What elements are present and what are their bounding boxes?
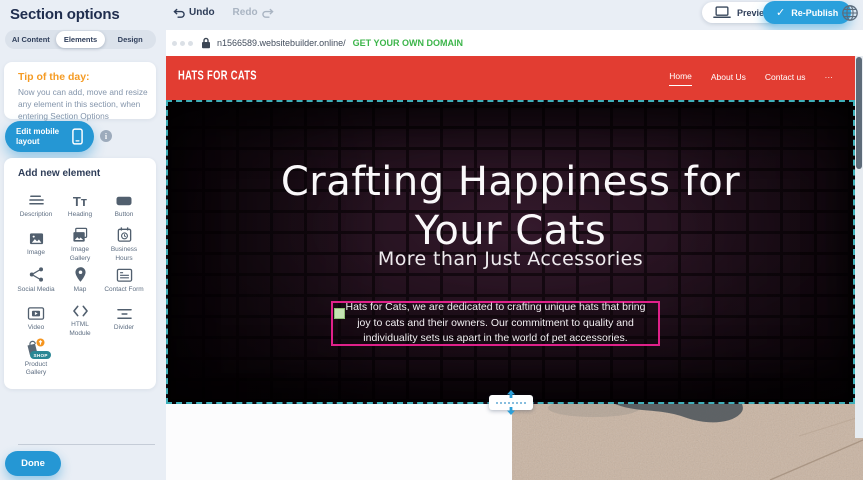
- element-grid: Description Tт Heading Button Image Imag…: [14, 188, 146, 376]
- website-builder-app: Section options Undo Redo Preview ✓ Re-P…: [0, 0, 863, 480]
- site-logo[interactable]: HATS FOR CATS: [178, 69, 257, 83]
- code-icon: [72, 304, 89, 318]
- share-icon: [28, 266, 45, 283]
- image-icon: [28, 231, 45, 246]
- hero-subheading[interactable]: More than Just Accessories: [168, 248, 853, 270]
- get-domain-link[interactable]: GET YOUR OWN DOMAIN: [353, 38, 463, 48]
- nav-home[interactable]: Home: [669, 71, 692, 86]
- element-item-heading[interactable]: Tт Heading: [58, 188, 102, 226]
- done-button[interactable]: Done: [5, 451, 61, 476]
- element-item-contact-form[interactable]: Contact Form: [102, 263, 146, 301]
- undo-button[interactable]: Undo: [172, 7, 215, 18]
- tab-elements[interactable]: Elements: [56, 31, 106, 48]
- divider-icon: [116, 307, 133, 321]
- hero-text-element[interactable]: Hats for Cats, we are dedicated to craft…: [331, 301, 660, 346]
- site-url[interactable]: n1566589.websitebuilder.online/: [217, 38, 346, 48]
- tip-body: Now you can add, move and resize any ele…: [18, 87, 149, 122]
- arrow-down-icon: [506, 407, 516, 415]
- done-label: Done: [21, 458, 45, 469]
- browser-address-bar: n1566589.websitebuilder.online/ GET YOUR…: [166, 30, 863, 56]
- text-lines-icon: [28, 193, 45, 208]
- hero-heading[interactable]: Crafting Happiness for Your Cats: [232, 158, 789, 256]
- heading-icon: Tт: [73, 195, 87, 208]
- site-nav: Home About Us Contact us ···: [669, 71, 833, 86]
- undo-icon: [172, 8, 185, 18]
- phone-icon: [72, 128, 83, 145]
- republish-button[interactable]: ✓ Re-Publish: [763, 1, 851, 24]
- element-item-divider[interactable]: Divider: [102, 301, 146, 339]
- nav-more-icon[interactable]: ···: [825, 72, 834, 86]
- lock-icon: [201, 37, 211, 49]
- preview-scrollbar-thumb[interactable]: [856, 57, 862, 169]
- shop-badge: SHOP: [30, 351, 51, 359]
- element-item-social-media[interactable]: Social Media: [14, 263, 58, 301]
- panel-divider: [18, 444, 155, 445]
- tip-title: Tip of the day:: [18, 71, 90, 83]
- selected-hero-section[interactable]: Crafting Happiness for Your Cats More th…: [166, 100, 855, 404]
- element-item-description[interactable]: Description: [14, 188, 58, 226]
- video-icon: [27, 306, 45, 321]
- undo-redo-group: Undo Redo: [172, 7, 275, 18]
- tab-ai-content[interactable]: AI Content: [6, 31, 56, 48]
- image-gallery-icon: [71, 227, 89, 243]
- tip-of-the-day-card: Tip of the day: Now you can add, move an…: [4, 62, 156, 119]
- button-icon: [115, 193, 133, 208]
- element-item-business-hours[interactable]: Business Hours: [102, 226, 146, 264]
- element-item-image-gallery[interactable]: Image Gallery: [58, 226, 102, 264]
- globe-icon[interactable]: [841, 4, 859, 22]
- page-title: Section options: [10, 6, 120, 23]
- laptop-icon: [713, 6, 731, 19]
- redo-icon: [262, 8, 275, 18]
- element-drag-handle[interactable]: [334, 308, 345, 319]
- element-item-product-gallery[interactable]: SHOP Product Gallery: [14, 338, 58, 376]
- redo-button[interactable]: Redo: [233, 7, 275, 18]
- element-item-button[interactable]: Button: [102, 188, 146, 226]
- redo-label: Redo: [233, 7, 258, 18]
- hero-paragraph: Hats for Cats, we are dedicated to craft…: [333, 300, 658, 347]
- map-pin-icon: [73, 266, 88, 283]
- info-icon[interactable]: i: [100, 130, 112, 142]
- element-item-image[interactable]: Image: [14, 226, 58, 264]
- undo-label: Undo: [189, 7, 215, 18]
- panel-tab-bar: AI Content Elements Design: [5, 30, 156, 49]
- element-item-map[interactable]: Map: [58, 263, 102, 301]
- section-resize-handle[interactable]: [488, 390, 534, 415]
- tab-design[interactable]: Design: [105, 31, 155, 48]
- business-hours-icon: [116, 226, 133, 243]
- add-element-card: Add new element Description Tт Heading B…: [4, 158, 156, 389]
- contact-form-icon: [116, 267, 133, 283]
- nav-contact[interactable]: Contact us: [765, 72, 806, 86]
- republish-label: Re-Publish: [791, 8, 838, 18]
- edit-mobile-label: Edit mobile layout: [16, 127, 64, 146]
- edit-mobile-layout-button[interactable]: Edit mobile layout: [5, 121, 94, 152]
- element-item-html-module[interactable]: HTML Module: [58, 301, 102, 339]
- element-item-video[interactable]: Video: [14, 301, 58, 339]
- site-header: HATS FOR CATS Home About Us Contact us ·…: [166, 56, 855, 100]
- next-section-image[interactable]: [512, 404, 863, 480]
- arrow-up-icon: [506, 390, 516, 398]
- check-icon: ✓: [776, 6, 785, 19]
- nav-about[interactable]: About Us: [711, 72, 746, 86]
- sand-floor-image: [512, 404, 863, 480]
- next-section-left[interactable]: [166, 404, 512, 480]
- add-element-title: Add new element: [18, 168, 100, 179]
- browser-dots: [172, 41, 193, 46]
